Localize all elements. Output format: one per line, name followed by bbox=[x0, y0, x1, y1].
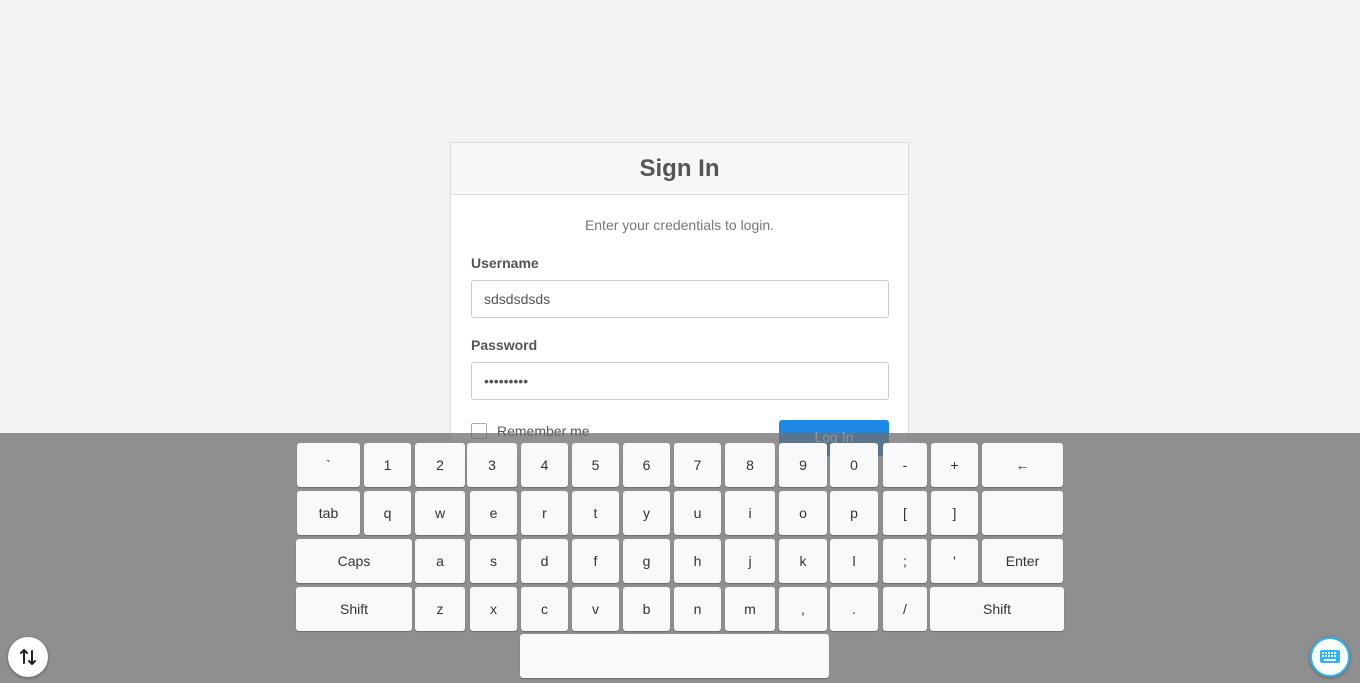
key[interactable]: l bbox=[830, 539, 878, 583]
key[interactable]: ; bbox=[883, 539, 927, 583]
username-label: Username bbox=[471, 255, 539, 271]
key[interactable]: x bbox=[470, 587, 517, 631]
keyboard-keys: ` 1 2 3 4 5 6 7 8 9 0- + ← tab q w e r t y u i o p[] Caps a s d f g h j… bbox=[0, 433, 1360, 683]
key[interactable]: e bbox=[470, 491, 517, 535]
key[interactable]: 1 bbox=[364, 443, 411, 487]
key[interactable]: m bbox=[725, 587, 775, 631]
key[interactable]: f bbox=[572, 539, 619, 583]
key[interactable]: v bbox=[572, 587, 619, 631]
key[interactable]: ← bbox=[982, 443, 1063, 487]
key[interactable]: 2 bbox=[415, 443, 465, 487]
password-label: Password bbox=[471, 337, 538, 353]
keyboard-icon[interactable] bbox=[1310, 637, 1350, 677]
key[interactable]: tab bbox=[297, 491, 360, 535]
key[interactable]: , bbox=[779, 587, 827, 631]
key[interactable] bbox=[982, 491, 1063, 535]
key[interactable]: Shift bbox=[930, 587, 1064, 631]
key[interactable]: 9 bbox=[779, 443, 827, 487]
key[interactable]: w bbox=[415, 491, 465, 535]
key[interactable]: [ bbox=[883, 491, 927, 535]
key[interactable]: ' bbox=[931, 539, 978, 583]
key[interactable]: h bbox=[674, 539, 721, 583]
key[interactable]: n bbox=[674, 587, 721, 631]
key[interactable]: ] bbox=[931, 491, 978, 535]
username-input[interactable]: sdsdsdsds bbox=[471, 280, 889, 318]
key[interactable]: . bbox=[830, 587, 878, 631]
card-header: Sign In bbox=[451, 143, 908, 195]
key[interactable] bbox=[520, 634, 829, 678]
key[interactable]: 0 bbox=[830, 443, 878, 487]
key[interactable]: 7 bbox=[674, 443, 721, 487]
key[interactable]: 6 bbox=[623, 443, 670, 487]
key[interactable]: t bbox=[572, 491, 619, 535]
key[interactable]: a bbox=[415, 539, 465, 583]
key[interactable]: c bbox=[521, 587, 568, 631]
key[interactable]: b bbox=[623, 587, 670, 631]
key[interactable]: p bbox=[830, 491, 878, 535]
key[interactable]: d bbox=[521, 539, 568, 583]
virtual-keyboard: ` 1 2 3 4 5 6 7 8 9 0- + ← tab q w e r t y u i o p[] Caps a s d f g h j… bbox=[0, 433, 1360, 683]
swap-vertical-icon[interactable] bbox=[8, 637, 48, 677]
key[interactable]: z bbox=[415, 587, 465, 631]
key[interactable]: / bbox=[883, 587, 927, 631]
key[interactable]: u bbox=[674, 491, 721, 535]
key[interactable]: 4 bbox=[521, 443, 568, 487]
key[interactable]: 8 bbox=[725, 443, 775, 487]
key[interactable]: - bbox=[883, 443, 927, 487]
key[interactable]: q bbox=[364, 491, 411, 535]
key[interactable]: i bbox=[725, 491, 775, 535]
key[interactable]: g bbox=[623, 539, 670, 583]
key[interactable]: Caps bbox=[296, 539, 412, 583]
key[interactable]: 3 bbox=[467, 443, 517, 487]
signin-card: Sign In Enter your credentials to login.… bbox=[450, 142, 909, 462]
key[interactable]: ` bbox=[297, 443, 360, 487]
key[interactable]: Shift bbox=[296, 587, 412, 631]
key[interactable]: Enter bbox=[982, 539, 1063, 583]
key[interactable]: r bbox=[521, 491, 568, 535]
key[interactable]: 5 bbox=[572, 443, 619, 487]
key[interactable]: y bbox=[623, 491, 670, 535]
key[interactable]: s bbox=[470, 539, 517, 583]
swap-vertical-icon-glyph bbox=[20, 649, 36, 665]
key[interactable]: o bbox=[779, 491, 827, 535]
subtitle: Enter your credentials to login. bbox=[584, 217, 775, 233]
keyboard-icon-glyph bbox=[1320, 650, 1340, 663]
password-input[interactable]: ••••••••• bbox=[471, 362, 889, 400]
page-title: Sign In bbox=[639, 154, 720, 182]
key[interactable]: + bbox=[931, 443, 978, 487]
key[interactable]: j bbox=[725, 539, 775, 583]
key[interactable]: k bbox=[779, 539, 827, 583]
